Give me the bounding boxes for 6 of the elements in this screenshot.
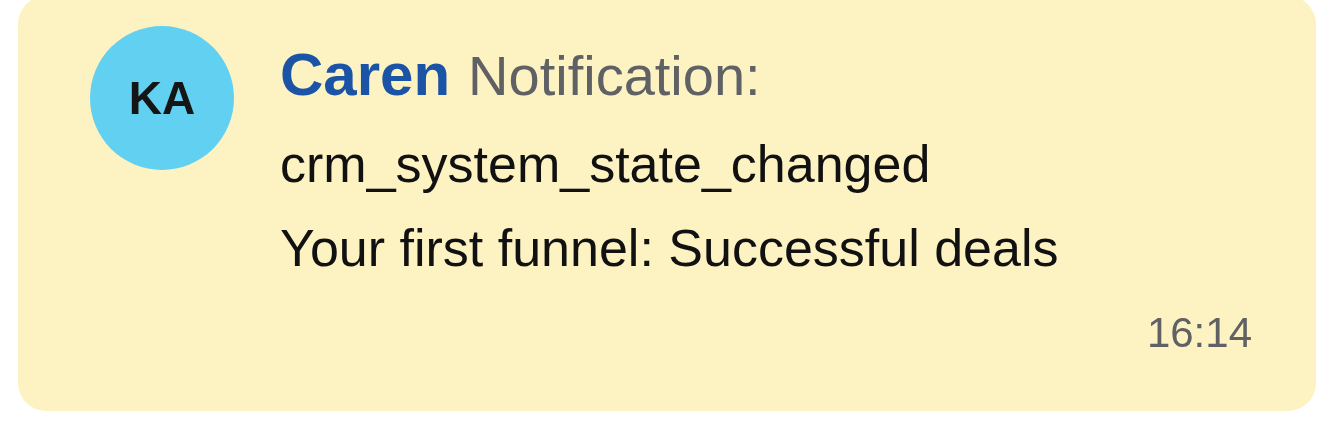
message-line: crm_system_state_changed <box>280 134 932 195</box>
timestamp: 16:14 <box>1146 309 1252 357</box>
notification-title: Notification: <box>468 43 761 108</box>
avatar: KA <box>90 26 234 170</box>
sender-name: Caren <box>280 40 451 109</box>
message-line: Your first funnel: Successful deals <box>280 218 1060 279</box>
